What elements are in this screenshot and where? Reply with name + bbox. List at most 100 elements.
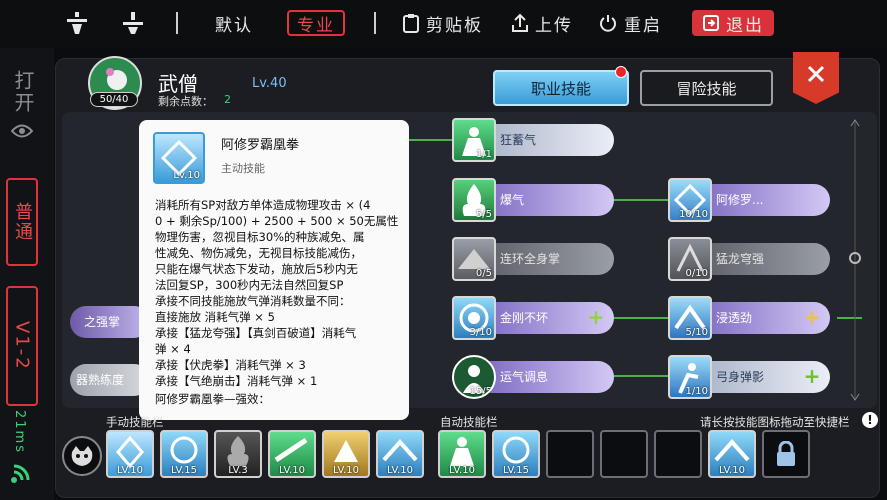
- avatar-level: 50/40: [90, 92, 138, 107]
- upload-icon: [512, 13, 528, 32]
- skill-baoqi[interactable]: 爆气 5/5: [452, 178, 614, 222]
- pro-mode-button[interactable]: 专业: [287, 10, 345, 36]
- emote-icon[interactable]: [62, 436, 102, 476]
- skill-jingang-icon: 3/10: [452, 296, 496, 340]
- exit-button[interactable]: 退出: [692, 10, 774, 36]
- tooltip-line: 直接施放 消耗气弹 × 5: [155, 310, 275, 324]
- top-toolbar: 默认 专业 剪贴板 上传 重启 退出: [0, 0, 887, 48]
- skill-yunqi-label: 运气调息: [476, 361, 614, 393]
- skill-menglong-icon: 0/10: [668, 237, 712, 281]
- open-toggle[interactable]: 打开: [9, 70, 38, 114]
- manual-slot[interactable]: LV.3: [214, 430, 262, 478]
- restart-label: 重启: [624, 15, 662, 36]
- tooltip-title: 阿修罗霸凰拳: [221, 138, 300, 153]
- version-badge[interactable]: V1-2: [6, 286, 38, 406]
- skill-kuangxuqi-label: 狂蓄气: [476, 124, 614, 156]
- exit-label: 退出: [726, 15, 764, 36]
- slot-level: LV.10: [719, 465, 745, 476]
- upload-label: 上传: [535, 15, 573, 36]
- mode-badge[interactable]: 普通: [6, 178, 38, 266]
- skill-partial-2-label: 器熟练度: [70, 364, 150, 396]
- auto-slot-empty[interactable]: [600, 430, 648, 478]
- skill-axiuluo-level: 10/10: [679, 209, 708, 220]
- auto-slot-empty[interactable]: [546, 430, 594, 478]
- tab-adventure-skills[interactable]: 冒险技能: [640, 70, 773, 106]
- skill-yunqi[interactable]: 运气调息 15/5: [452, 355, 614, 399]
- tooltip-line: 承接【猛龙夸强】【真剑百破道】消耗气: [155, 326, 357, 340]
- auto-slot[interactable]: LV.10: [438, 430, 486, 478]
- toolbar-divider: [374, 12, 376, 34]
- manual-slot[interactable]: LV.10: [268, 430, 316, 478]
- upgrade-plus-icon[interactable]: +: [586, 307, 606, 328]
- skill-lianhuan-icon: 0/5: [452, 237, 496, 281]
- auto-slot-empty[interactable]: [654, 430, 702, 478]
- tab-job-skills[interactable]: 职业技能: [493, 70, 629, 106]
- left-sidebar: 打开 普通 V1-2 21ms: [0, 48, 54, 500]
- manual-skillbar-label: 手动技能栏: [106, 415, 164, 429]
- tooltip-line: 只能在爆气状态下发动，施放后5秒内无: [155, 262, 358, 276]
- version-label: V1-2: [11, 321, 33, 371]
- skill-gongshen-icon: 1/10: [668, 355, 712, 399]
- skill-axiuluo[interactable]: 阿修罗... 10/10: [668, 178, 830, 222]
- locked-slot[interactable]: [762, 430, 810, 478]
- default-mode-button[interactable]: 默认: [215, 10, 253, 36]
- manual-slot[interactable]: LV.10: [106, 430, 154, 478]
- exit-icon: [703, 15, 719, 31]
- skill-lianhuan-level: 0/5: [475, 268, 492, 279]
- close-icon: [807, 65, 825, 83]
- manual-slot[interactable]: LV.15: [160, 430, 208, 478]
- upload-button[interactable]: 上传: [511, 10, 573, 36]
- info-icon[interactable]: !: [862, 412, 878, 428]
- tab-adventure-label: 冒险技能: [676, 79, 737, 98]
- tooltip-line: 消耗所有SP对敌方单体造成物理攻击 × (4: [155, 198, 371, 212]
- skill-jintoujin[interactable]: 浸透劲 + 5/10: [668, 296, 830, 340]
- restart-button[interactable]: 重启: [598, 10, 662, 36]
- skill-menglong[interactable]: 猛龙穹强 0/10: [668, 237, 830, 281]
- skill-lianhuan[interactable]: 连环全身掌 0/5: [452, 237, 614, 281]
- auto-slot[interactable]: LV.10: [708, 430, 756, 478]
- power-icon: [600, 15, 616, 32]
- flashlight-on-icon[interactable]: [64, 10, 90, 36]
- lock-icon: [777, 441, 795, 466]
- pro-mode-label: 专业: [297, 15, 335, 36]
- clipboard-button[interactable]: 剪贴板: [402, 10, 483, 36]
- tooltip-line: 承接【伏虎拳】消耗气弹 × 3: [155, 358, 306, 372]
- upgrade-plus-icon[interactable]: +: [802, 366, 822, 387]
- auto-skillbar-label: 自动技能栏: [440, 415, 498, 429]
- skill-partial-2[interactable]: 器熟练度: [70, 364, 150, 396]
- tooltip-type: 主动技能: [221, 162, 265, 175]
- upgrade-plus-icon[interactable]: +: [802, 307, 822, 328]
- skill-menglong-level: 0/10: [685, 268, 708, 279]
- skill-gongshen-level: 1/10: [685, 386, 708, 397]
- skill-jingang[interactable]: 金刚不坏 + 3/10: [452, 296, 614, 340]
- eye-icon[interactable]: [10, 120, 34, 146]
- skill-kuangxuqi-level: 1/1: [475, 149, 492, 160]
- auto-slot[interactable]: LV.15: [492, 430, 540, 478]
- tooltip-icon-level: Lv.10: [173, 170, 200, 181]
- skill-partial-1[interactable]: 之强掌: [70, 306, 150, 338]
- manual-slot[interactable]: LV.10: [322, 430, 370, 478]
- slot-level: LV.3: [228, 465, 248, 476]
- skill-menglong-label: 猛龙穹强: [692, 243, 830, 275]
- tooltip-line: 承接【气绝崩击】消耗气弹 × 1: [155, 374, 318, 388]
- slot-level: LV.10: [449, 465, 475, 476]
- skill-yunqi-level: 15/5: [469, 386, 492, 397]
- tooltip-line: 物理伤害，忽视目标30%的种族减免、属: [155, 230, 365, 244]
- skill-gongshen[interactable]: 弓身弹影 + 1/10: [668, 355, 830, 399]
- skill-kuangxuqi[interactable]: 狂蓄气 1/1: [452, 118, 614, 162]
- skill-kuangxuqi-icon: 1/1: [452, 118, 496, 162]
- mode-label: 普通: [12, 202, 33, 242]
- points-label: 剩余点数：: [158, 95, 213, 108]
- manual-slot[interactable]: LV.10: [376, 430, 424, 478]
- slot-level: LV.10: [333, 465, 359, 476]
- clipboard-icon: [403, 14, 419, 33]
- slot-level: LV.15: [171, 465, 197, 476]
- skill-lianhuan-label: 连环全身掌: [476, 243, 614, 275]
- tooltip-line: 承接不同技能施放气弹消耗数量不同：: [155, 294, 351, 308]
- points-value: 2: [224, 93, 231, 106]
- skill-jintoujin-icon: 5/10: [668, 296, 712, 340]
- skill-baoqi-icon: 5/5: [452, 178, 496, 222]
- flashlight-off-icon[interactable]: [120, 10, 146, 36]
- tooltip-line: 法回复SP，300秒内无法自然回复SP: [155, 278, 344, 292]
- tooltip-line: 0 + 剩余Sp/100) + 2500 + 500 × 50无属性: [155, 214, 399, 228]
